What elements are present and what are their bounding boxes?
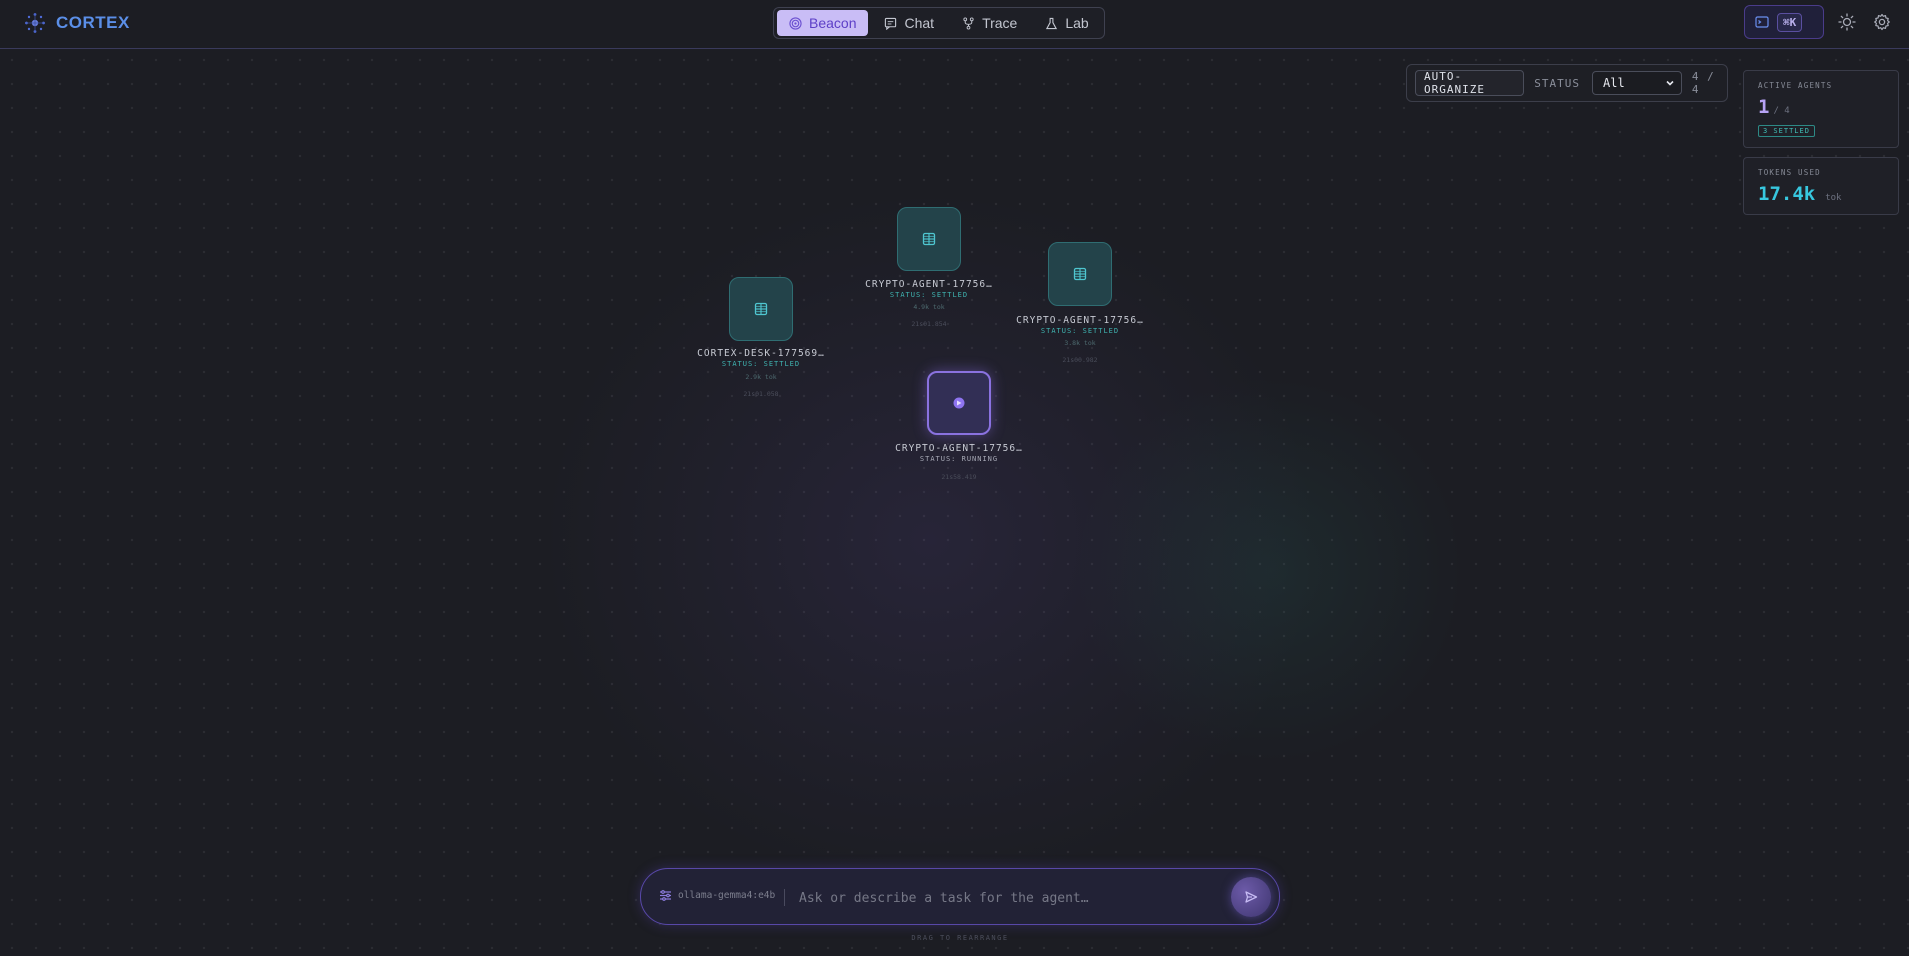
- beacon-icon: [789, 16, 802, 30]
- agent-time: 21s58.419: [941, 473, 977, 481]
- agent-tokens: 2.9k tok: [745, 373, 777, 381]
- top-bar: CORTEX Beacon Chat Trace Lab ⌘K: [0, 0, 1909, 49]
- grid-icon: [922, 232, 936, 246]
- model-selector[interactable]: ollama-gemma4:e4b: [659, 889, 775, 902]
- agent-node[interactable]: [729, 277, 793, 341]
- canvas-filter-bar: AUTO-ORGANIZE STATUS All 4 / 4: [1406, 64, 1728, 102]
- composer-divider: [784, 889, 785, 906]
- shortcut-key: ⌘K: [1777, 12, 1803, 32]
- tab-label: Lab: [1065, 15, 1089, 31]
- canvas-glow-secondary: [1060, 360, 1480, 780]
- auto-organize-button[interactable]: AUTO-ORGANIZE: [1415, 70, 1525, 96]
- model-name: ollama-gemma4:e4b: [678, 890, 776, 901]
- tab-label: Beacon: [809, 15, 857, 31]
- tokens-used-card: TOKENS USED 17.4k tok: [1743, 157, 1899, 215]
- send-icon: [1245, 891, 1258, 903]
- chat-icon: [885, 17, 897, 30]
- sun-icon[interactable]: [1838, 13, 1856, 31]
- agent-node[interactable]: [1048, 242, 1112, 306]
- tab-trace[interactable]: Trace: [950, 10, 1029, 36]
- tokens-value: 17.4k: [1758, 183, 1816, 205]
- active-agents-card: ACTIVE AGENTS 1 / 4 3 SETTLED: [1743, 70, 1899, 148]
- sliders-icon: [660, 890, 671, 901]
- agent-name: CORTEX-DESK-177569…: [697, 348, 825, 359]
- tab-lab[interactable]: Lab: [1033, 10, 1100, 36]
- agent-node[interactable]: [897, 207, 961, 271]
- agent-name: CRYPTO-AGENT-17756…: [1016, 315, 1144, 326]
- agent-running-icon: [953, 397, 965, 409]
- active-agents-value-row: 1 / 4: [1758, 96, 1884, 118]
- drag-hint: DRAG TO REARRANGE: [911, 934, 1009, 942]
- tab-label: Chat: [904, 15, 935, 31]
- agent-node-running[interactable]: [927, 371, 991, 435]
- task-composer: ollama-gemma4:e4b: [640, 868, 1280, 925]
- tab-chat[interactable]: Chat: [872, 10, 946, 36]
- brand[interactable]: CORTEX: [24, 12, 130, 34]
- task-input[interactable]: [797, 883, 1241, 913]
- tokens-value-row: 17.4k tok: [1758, 183, 1884, 205]
- chevron-down-icon: [1666, 80, 1674, 86]
- agent-status: STATUS: SETTLED: [1040, 327, 1120, 335]
- send-button[interactable]: [1231, 877, 1271, 917]
- agent-count: 4 / 4: [1691, 70, 1715, 96]
- agent-name: CRYPTO-AGENT-17756…: [895, 443, 1023, 454]
- tab-beacon[interactable]: Beacon: [777, 10, 869, 36]
- gear-icon[interactable]: [1873, 13, 1891, 31]
- card-title: ACTIVE AGENTS: [1758, 81, 1833, 90]
- trace-icon: [963, 16, 974, 30]
- active-agents-value: 1: [1758, 96, 1770, 118]
- cortex-logo-icon: [25, 13, 45, 33]
- app-name: CORTEX: [56, 13, 130, 32]
- agent-time: 21s01.854: [911, 320, 947, 328]
- command-palette-button[interactable]: ⌘K: [1744, 5, 1824, 39]
- agent-status: STATUS: RUNNING: [919, 455, 999, 463]
- main-nav: Beacon Chat Trace Lab: [773, 7, 1105, 39]
- grid-icon: [1073, 267, 1087, 281]
- terminal-icon: [1755, 16, 1769, 28]
- agent-tokens: 4.9k tok: [913, 303, 945, 311]
- flask-icon: [1046, 17, 1058, 29]
- agent-time: 21s00.982: [1062, 356, 1098, 364]
- status-filter-label: STATUS: [1534, 76, 1581, 90]
- active-agents-total: / 4: [1773, 106, 1790, 116]
- tab-label: Trace: [982, 15, 1018, 31]
- card-title: TOKENS USED: [1758, 168, 1821, 177]
- agent-status: STATUS: SETTLED: [721, 360, 801, 368]
- status-filter-select[interactable]: All: [1592, 71, 1682, 95]
- agent-time: 21s01.058: [743, 390, 779, 398]
- status-filter-value: All: [1603, 76, 1625, 90]
- agent-name: CRYPTO-AGENT-17756…: [865, 279, 993, 290]
- agent-status: STATUS: SETTLED: [889, 291, 969, 299]
- tokens-unit: tok: [1825, 193, 1842, 203]
- settled-badge: 3 SETTLED: [1758, 125, 1815, 137]
- agent-tokens: 3.8k tok: [1064, 339, 1096, 347]
- grid-icon: [754, 302, 768, 316]
